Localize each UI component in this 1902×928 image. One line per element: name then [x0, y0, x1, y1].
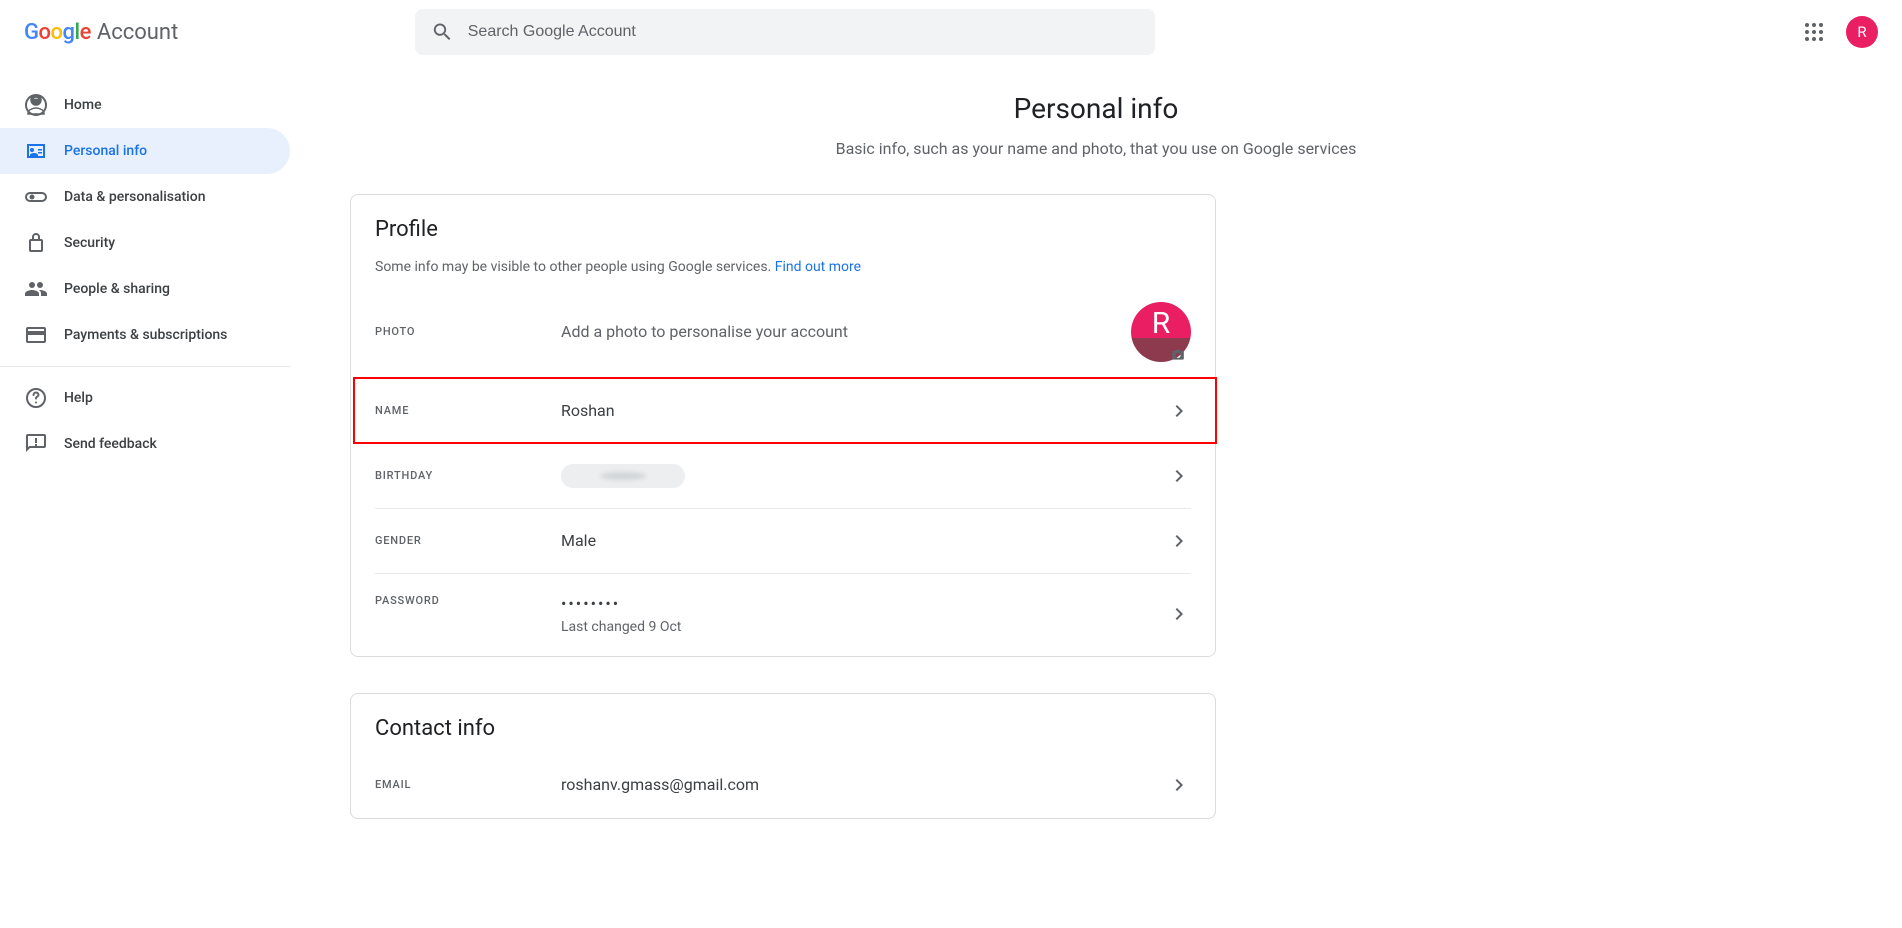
- search-container[interactable]: [415, 9, 1155, 55]
- row-value: Male: [561, 531, 1167, 550]
- contact-row-email[interactable]: EMAIL roshanv.gmass@gmail.com: [351, 753, 1215, 817]
- chevron-right-icon: [1167, 602, 1191, 626]
- avatar-letter: R: [1131, 302, 1191, 338]
- row-value: ••••••••: [561, 594, 1167, 613]
- page-title: Personal info: [290, 92, 1902, 125]
- sidebar-item-label: Payments & subscriptions: [64, 327, 227, 343]
- avatar[interactable]: R: [1846, 16, 1878, 48]
- profile-card-desc: Some info may be visible to other people…: [375, 258, 1191, 278]
- contact-card-title: Contact info: [375, 716, 1191, 741]
- chevron-right-icon: [1167, 773, 1191, 797]
- profile-row-name[interactable]: NAME Roshan: [351, 379, 1215, 443]
- sidebar-item-personal-info[interactable]: Personal info: [0, 128, 290, 174]
- sidebar-item-label: Help: [64, 390, 93, 406]
- profile-row-password[interactable]: PASSWORD •••••••• Last changed 9 Oct: [351, 574, 1215, 655]
- google-logo: Google: [24, 20, 91, 45]
- row-value: roshanv.gmass@gmail.com: [561, 775, 1167, 794]
- sidebar-item-people-sharing[interactable]: People & sharing: [0, 266, 290, 312]
- sidebar-item-label: Home: [64, 97, 102, 113]
- sidebar-item-label: Security: [64, 235, 115, 251]
- main-content: Personal info Basic info, such as your n…: [290, 64, 1902, 928]
- header: Google Account R: [0, 0, 1902, 64]
- chevron-right-icon: [1167, 399, 1191, 423]
- redacted-value: [561, 464, 685, 488]
- page-subtitle: Basic info, such as your name and photo,…: [290, 139, 1902, 158]
- id-card-icon: [24, 139, 48, 163]
- lock-icon: [24, 231, 48, 255]
- row-label: PASSWORD: [375, 594, 561, 607]
- chevron-right-icon: [1167, 464, 1191, 488]
- profile-desc-text: Some info may be visible to other people…: [375, 259, 775, 275]
- sidebar-item-help[interactable]: Help: [0, 375, 290, 421]
- sidebar-item-feedback[interactable]: Send feedback: [0, 421, 290, 467]
- contact-card: Contact info EMAIL roshanv.gmass@gmail.c…: [350, 693, 1216, 819]
- home-icon: [24, 93, 48, 117]
- sidebar-item-payments[interactable]: Payments & subscriptions: [0, 312, 290, 358]
- feedback-icon: [24, 432, 48, 456]
- sidebar-item-security[interactable]: Security: [0, 220, 290, 266]
- brand-suffix: Account: [97, 20, 178, 45]
- sidebar: Home Personal info Data & personalisatio…: [0, 64, 290, 928]
- sidebar-item-label: People & sharing: [64, 281, 170, 297]
- sidebar-divider: [0, 366, 290, 367]
- logo[interactable]: Google Account: [16, 20, 178, 45]
- sidebar-item-home[interactable]: Home: [0, 82, 290, 128]
- profile-row-gender[interactable]: GENDER Male: [351, 509, 1215, 573]
- search-icon: [431, 20, 454, 44]
- profile-photo[interactable]: R: [1131, 302, 1191, 362]
- row-label: EMAIL: [375, 778, 561, 791]
- search-input[interactable]: [468, 23, 1139, 41]
- sidebar-item-data-personalisation[interactable]: Data & personalisation: [0, 174, 290, 220]
- apps-icon[interactable]: [1794, 12, 1834, 52]
- people-icon: [24, 277, 48, 301]
- sidebar-item-label: Data & personalisation: [64, 189, 206, 205]
- help-icon: [24, 386, 48, 410]
- chevron-right-icon: [1167, 529, 1191, 553]
- row-value: Add a photo to personalise your account: [561, 322, 1131, 341]
- camera-icon: [1169, 348, 1187, 362]
- profile-card-title: Profile: [375, 217, 1191, 242]
- profile-row-photo[interactable]: PHOTO Add a photo to personalise your ac…: [351, 278, 1215, 378]
- row-value: [561, 464, 1167, 488]
- row-label: BIRTHDAY: [375, 469, 561, 482]
- row-label: NAME: [375, 404, 561, 417]
- toggle-icon: [24, 185, 48, 209]
- card-icon: [24, 323, 48, 347]
- row-value: Roshan: [561, 401, 1167, 420]
- header-right: R: [1794, 12, 1886, 52]
- profile-row-birthday[interactable]: BIRTHDAY: [351, 444, 1215, 508]
- find-out-more-link[interactable]: Find out more: [775, 259, 861, 275]
- row-value-sub: Last changed 9 Oct: [561, 619, 1167, 635]
- row-label: PHOTO: [375, 325, 561, 338]
- profile-card: Profile Some info may be visible to othe…: [350, 194, 1216, 657]
- row-label: GENDER: [375, 534, 561, 547]
- sidebar-item-label: Personal info: [64, 143, 147, 159]
- sidebar-item-label: Send feedback: [64, 436, 157, 452]
